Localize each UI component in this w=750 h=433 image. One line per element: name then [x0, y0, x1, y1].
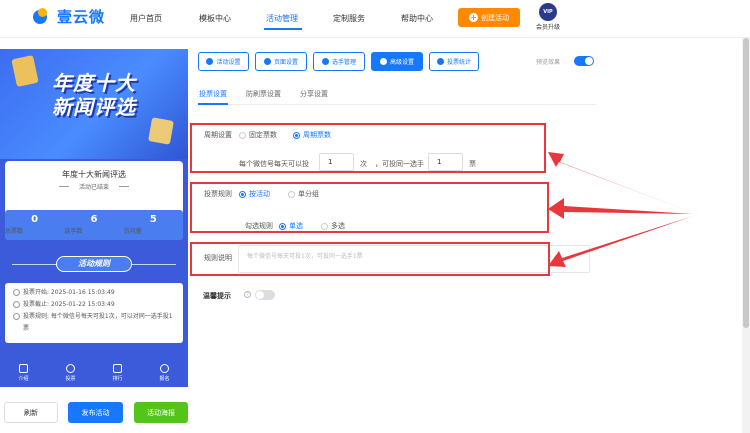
tab-ranking[interactable]: 排行 [94, 361, 141, 387]
info-vote-rule: 投票规则: 每个微信号每天可投1次，可以对同一选手投1票 [13, 311, 175, 335]
subtab-active-underline [198, 103, 228, 105]
toolbar-label: 选手管理 [331, 59, 356, 66]
poster-button[interactable]: 活动海报 [134, 402, 188, 423]
settings-icon [263, 58, 271, 65]
vip-upgrade-label: 会员升级 [535, 24, 560, 31]
gear-icon [206, 58, 214, 65]
vote-icon [66, 364, 75, 373]
mobile-preview: 年度十大 新闻评选 年度十大新闻评选 活动已结束 0 总票数 6 选手数 5 访… [0, 49, 188, 387]
clock-icon [13, 301, 20, 308]
stat-value: 6 [90, 214, 98, 225]
info-text: 投票规则: 每个微信号每天可投1次，可以对同一选手投1票 [23, 313, 173, 332]
nav-home[interactable]: 用户首页 [130, 13, 162, 24]
vip-upgrade[interactable]: VIP 会员升级 [533, 3, 563, 31]
annotation-arrows [548, 152, 693, 267]
stats-bar: 0 总票数 6 选手数 5 访问量 [5, 210, 183, 240]
toolbar-label: 活动设置 [216, 59, 241, 66]
arrow-to-period-icon [548, 152, 693, 213]
info-circle-icon [13, 313, 20, 320]
publish-button[interactable]: 发布活动 [68, 402, 123, 423]
nav-active-underline [264, 28, 302, 30]
activity-settings-button[interactable]: 活动设置 [198, 52, 249, 71]
tab-label: 介绍 [18, 376, 29, 382]
preview-tabbar: 介绍 投票 排行 报名 [0, 361, 188, 387]
tab-label: 报名 [159, 376, 170, 382]
logo-icon [33, 7, 53, 26]
tab-label: 排行 [112, 376, 123, 382]
activity-status: 活动已结束 [59, 182, 129, 191]
page-settings-button[interactable]: 页面设置 [255, 52, 307, 71]
subtab-vote-settings[interactable]: 投票设置 [199, 89, 227, 99]
stat-players: 6 选手数 [64, 210, 123, 240]
top-nav: 壹云微 用户首页 模板中心 活动管理 定制服务 帮助中心 + 创建活动 VIP … [0, 0, 750, 38]
nav-activity-management[interactable]: 活动管理 [266, 13, 298, 24]
toolbar-label: 高级设置 [389, 59, 414, 66]
create-activity-button[interactable]: + 创建活动 [458, 8, 520, 27]
tab-intro[interactable]: 介绍 [0, 361, 47, 387]
activity-title: 年度十大新闻评选 [62, 170, 126, 179]
tab-signup[interactable]: 报名 [141, 361, 188, 387]
intro-icon [19, 364, 28, 373]
ranking-icon [113, 364, 122, 373]
advanced-settings-button[interactable]: 高级设置 [371, 52, 423, 71]
decor-document-icon [148, 117, 174, 145]
banner-title-line1: 年度十大 [52, 71, 136, 95]
highlight-box-rules [190, 182, 549, 233]
rules-heading: 活动规则 [56, 256, 132, 272]
stat-label: 访问量 [123, 228, 142, 235]
help-icon[interactable]: ? [244, 291, 251, 298]
sliders-icon [379, 58, 387, 65]
clock-icon [13, 289, 20, 296]
tab-label: 投票 [65, 376, 76, 382]
create-activity-label: 创建活动 [481, 13, 509, 22]
info-text: 投票开始: 2025-01-16 15:03:49 [23, 289, 115, 296]
highlight-box-explain [190, 242, 550, 276]
arrow-to-rules-icon [548, 198, 693, 219]
stat-label: 选手数 [64, 228, 83, 235]
toolbar-label: 页面设置 [273, 59, 298, 66]
tip-label: 温馨提示 [203, 292, 231, 300]
nav-custom-service[interactable]: 定制服务 [333, 13, 365, 24]
player-management-button[interactable]: 选手管理 [313, 52, 365, 71]
tab-vote[interactable]: 投票 [47, 361, 94, 387]
rules-info-box: 投票开始: 2025-01-16 15:03:49 投票截止: 2025-01-… [5, 283, 183, 343]
nav-help[interactable]: 帮助中心 [401, 13, 433, 24]
info-vote-end: 投票截止: 2025-01-22 15:03:49 [13, 299, 175, 311]
preview-effect-toggle[interactable] [574, 56, 594, 66]
vip-badge-icon: VIP [539, 3, 557, 21]
preview-effect-label: 预览效果 [536, 59, 561, 66]
arrow-to-explain-icon [548, 216, 693, 267]
stat-visits: 5 访问量 [124, 210, 183, 240]
stat-label: 总票数 [5, 228, 24, 235]
scrollbar-thumb[interactable] [743, 38, 749, 328]
user-icon [160, 364, 169, 373]
page-scrollbar[interactable] [742, 38, 750, 433]
vote-stats-button[interactable]: 投票统计 [429, 52, 479, 71]
refresh-button[interactable]: 刷新 [4, 402, 58, 423]
chart-icon [436, 58, 444, 65]
banner-title: 年度十大 新闻评选 [0, 71, 188, 119]
info-vote-start: 投票开始: 2025-01-16 15:03:49 [13, 287, 175, 299]
tip-toggle[interactable] [255, 290, 275, 300]
nav-templates[interactable]: 模板中心 [199, 13, 231, 24]
subtab-share-settings[interactable]: 分享设置 [300, 89, 328, 99]
subtab-divider [198, 104, 596, 105]
brand-logo[interactable]: 壹云微 [33, 6, 105, 27]
subtab-anti-fraud[interactable]: 防刷票设置 [246, 89, 281, 99]
users-icon [321, 58, 329, 65]
highlight-box-period [190, 123, 546, 173]
brand-name: 壹云微 [57, 8, 106, 26]
plus-icon: + [469, 13, 478, 22]
info-text: 投票截止: 2025-01-22 15:03:49 [23, 301, 115, 308]
stat-value: 0 [31, 214, 39, 225]
stat-value: 5 [149, 214, 157, 225]
stat-total-votes: 0 总票数 [5, 210, 64, 240]
preview-banner: 年度十大 新闻评选 [0, 49, 188, 159]
banner-title-line2: 新闻评选 [52, 95, 136, 119]
toolbar-label: 投票统计 [446, 59, 471, 66]
